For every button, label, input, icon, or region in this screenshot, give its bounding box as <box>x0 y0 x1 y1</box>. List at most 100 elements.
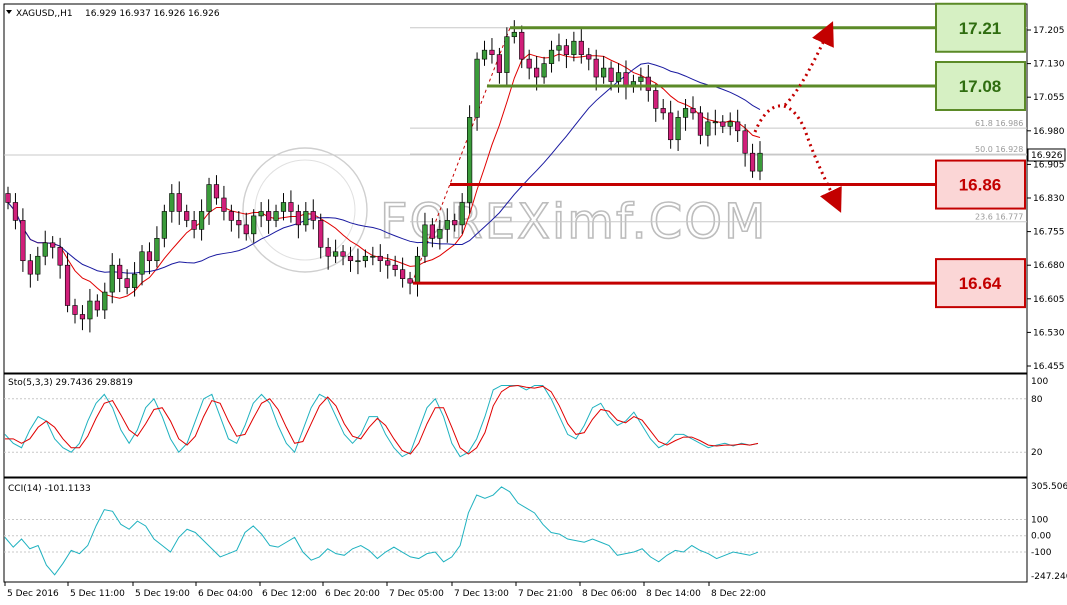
candle-bear <box>79 314 86 320</box>
y-tick-label: 16.905 <box>1033 160 1065 170</box>
ohlc-readout: 16.929 16.937 16.926 16.926 <box>85 9 220 19</box>
candle-bull <box>355 260 361 263</box>
candle-bull <box>169 193 175 212</box>
candle-bull <box>131 273 138 288</box>
candle-bear <box>310 211 316 221</box>
candle-bull <box>571 40 577 55</box>
x-tick-label: 8 Dec 22:00 <box>711 589 766 599</box>
candle-bear <box>64 264 71 306</box>
candle-bear <box>519 31 525 60</box>
candle-bull <box>370 255 376 258</box>
candle-bear <box>749 152 756 172</box>
candle-bear <box>645 76 651 91</box>
candle-bull <box>362 255 368 262</box>
candle-bear <box>184 211 190 221</box>
x-tick-label: 5 Dec 2016 <box>7 589 59 599</box>
x-tick-label: 7 Dec 05:00 <box>389 589 444 599</box>
candle-bull <box>258 211 264 217</box>
x-tick-label: 6 Dec 04:00 <box>198 589 253 599</box>
candle-bull <box>757 152 763 172</box>
candle-bear <box>265 211 272 221</box>
current-price-label: 16.926 <box>1031 151 1063 161</box>
candle-bull <box>87 300 93 320</box>
candle-bull <box>35 255 41 275</box>
fib-label: 50.0 16.928 <box>975 145 1023 154</box>
candle-bull <box>474 58 480 118</box>
stoch-y-label: 80 <box>1031 395 1043 405</box>
candle-bear <box>347 255 354 262</box>
x-tick-label: 7 Dec 13:00 <box>454 589 509 599</box>
stoch-y-label: 100 <box>1031 377 1048 387</box>
candle-bear <box>407 278 413 284</box>
candle-bull <box>705 121 711 136</box>
candle-bear <box>735 121 741 132</box>
candle-bull <box>459 202 465 226</box>
y-tick-label: 16.980 <box>1033 127 1065 137</box>
candle-bear <box>653 90 659 109</box>
level-label: 16.86 <box>959 176 1002 195</box>
candle-bull <box>467 117 473 203</box>
candle-bull <box>675 117 681 141</box>
x-tick-label: 7 Dec 21:00 <box>518 589 573 599</box>
candle-bull <box>333 251 339 257</box>
level-label: 17.08 <box>959 77 1002 96</box>
cci-y-label: -247.246 <box>1031 572 1067 582</box>
candle-bear <box>429 224 435 239</box>
candle-bull <box>601 67 607 78</box>
candle-bear <box>697 112 704 136</box>
candle-bear <box>124 278 130 288</box>
fib-label: 61.8 16.986 <box>975 119 1023 128</box>
stochastic-title: Sto(5,3,3) 29.7436 29.8819 <box>8 378 133 388</box>
candle-bear <box>586 54 592 60</box>
candle-bear <box>12 202 19 221</box>
candle-bear <box>236 220 242 226</box>
candle-bear <box>526 58 532 69</box>
candle-bear <box>534 67 540 78</box>
cci-y-label: -100 <box>1031 548 1052 558</box>
candle-bear <box>742 130 748 154</box>
candle-bear <box>228 211 234 221</box>
fib-label: 23.6 16.777 <box>975 213 1023 222</box>
candle-bear <box>593 58 599 78</box>
y-tick-label: 16.530 <box>1033 328 1065 338</box>
candle-bear <box>385 260 391 266</box>
x-tick-label: 6 Dec 20:00 <box>325 589 380 599</box>
level-label: 16.64 <box>959 274 1002 293</box>
cci-y-label: 100 <box>1031 515 1048 525</box>
y-tick-label: 16.830 <box>1033 194 1065 204</box>
y-tick-label: 16.680 <box>1033 261 1065 271</box>
cci-y-label: 0.00 <box>1031 532 1051 542</box>
candle-bear <box>117 264 123 279</box>
candle-bear <box>340 251 346 257</box>
candle-bull <box>712 121 718 124</box>
candle-bear <box>496 54 503 73</box>
candle-bear <box>57 246 63 266</box>
candle-bull <box>727 121 733 127</box>
candle-bear <box>578 40 584 55</box>
cci-title: CCI(14) -101.1133 <box>8 484 91 494</box>
x-tick-label: 6 Dec 12:00 <box>262 589 317 599</box>
candle-bear <box>720 121 726 127</box>
candle-bear <box>20 220 26 262</box>
x-tick-label: 8 Dec 14:00 <box>646 589 701 599</box>
candle-bear <box>191 220 197 230</box>
candle-bull <box>444 220 450 230</box>
stochastic-pane <box>3 373 1028 478</box>
stoch-y-label: 20 <box>1031 448 1043 458</box>
candle-bull <box>638 76 644 82</box>
candle-bull <box>251 215 257 235</box>
candle-bear <box>27 260 33 275</box>
y-tick-label: 17.055 <box>1033 93 1065 103</box>
y-tick-label: 16.605 <box>1033 295 1065 305</box>
candle-bear <box>146 251 153 262</box>
candle-bear <box>400 269 406 279</box>
y-tick-label: 17.205 <box>1033 26 1065 36</box>
cci-pane <box>3 477 1028 583</box>
y-tick-label: 16.455 <box>1033 362 1065 372</box>
y-tick-label: 16.755 <box>1033 228 1065 238</box>
candle-bull <box>109 264 115 293</box>
level-label: 17.21 <box>959 19 1002 38</box>
candle-bear <box>489 49 495 55</box>
candle-bull <box>481 49 488 60</box>
candle-bear <box>72 305 78 315</box>
